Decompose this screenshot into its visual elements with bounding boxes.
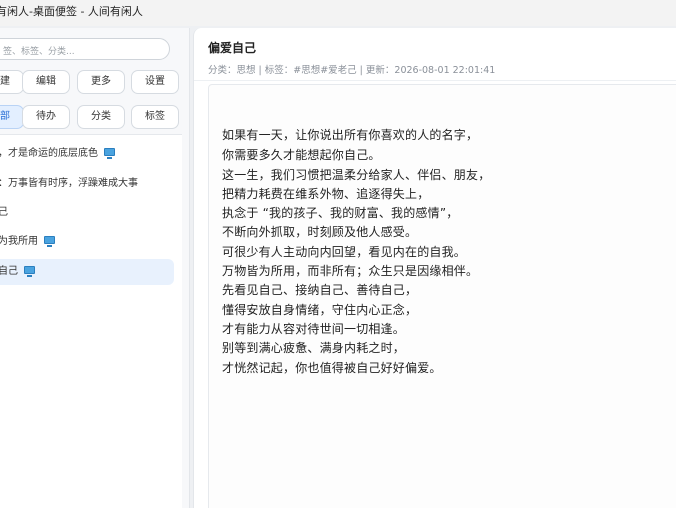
- note-meta: 分类：思想 | 标签：#思想#爱老己 | 更新：2026-08-01 22:01…: [208, 65, 496, 76]
- list-item-selected[interactable]: 爱自己: [0, 259, 174, 285]
- list-item[interactable]: 有，才是命运的底层底色: [0, 141, 174, 167]
- note-heading: 偏爱自己: [208, 41, 257, 55]
- note-title: 爱自己: [0, 266, 18, 277]
- note-line: 把精力耗费在维系外物、追逐得失上，: [222, 187, 430, 201]
- list-item[interactable]: 自己: [0, 200, 174, 226]
- tab-tags[interactable]: 标签: [131, 105, 179, 129]
- monitor-icon: [104, 148, 115, 159]
- edit-button[interactable]: 编辑: [22, 70, 70, 94]
- note-title: 自己: [0, 207, 8, 218]
- tab-category[interactable]: 分类: [77, 105, 125, 129]
- monitor-icon: [44, 236, 55, 247]
- sidebar: 签、标签、分类... 新建 编辑 更多 设置 全部 待办 分类 标签 有，才是命…: [0, 28, 190, 508]
- search-input[interactable]: 签、标签、分类...: [0, 38, 170, 60]
- note-line: 这一生，我们习惯把温柔分给家人、伴侣、朋友，: [222, 168, 491, 182]
- list-item[interactable]: 物为我所用: [0, 229, 174, 255]
- note-line: 如果有一天，让你说出所有你喜欢的人的名字，: [222, 128, 479, 142]
- tab-todo[interactable]: 待办: [22, 105, 70, 129]
- note-line: 可很少有人主动向内回望，看见内在的自我。: [222, 245, 467, 259]
- note-line: 不断向外抓取，时刻顾及他人感受。: [222, 225, 418, 239]
- note-editor[interactable]: 如果有一天，让你说出所有你喜欢的人的名字， 你需要多久才能想起你自己。 这一生，…: [208, 84, 676, 508]
- note-title: 如：万事皆有时序，浮躁难成大事: [0, 178, 138, 189]
- note-list: 有，才是命运的底层底色 如：万事皆有时序，浮躁难成大事 自己 物为我所用 爱自己: [0, 134, 182, 508]
- note-line: 才有能力从容对待世间一切相逢。: [222, 322, 406, 336]
- note-line: 才恍然记起，你也值得被自己好好偏爱。: [222, 361, 442, 375]
- note-line: 你需要多久才能想起你自己。: [222, 148, 381, 162]
- note-line: 万物皆为所用，而非所有；众生只是因缘相伴。: [222, 264, 479, 278]
- toolbar-primary: 新建 编辑 更多 设置: [0, 70, 188, 94]
- note-line: 执念于 “我的孩子、我的财富、我的感情”，: [222, 206, 459, 220]
- note-detail: 偏爱自己 分类：思想 | 标签：#思想#爱老己 | 更新：2026-08-01 …: [193, 28, 676, 508]
- tab-all[interactable]: 全部: [0, 105, 24, 129]
- new-note-button[interactable]: 新建: [0, 70, 24, 94]
- note-line: 别等到满心疲惫、满身内耗之时，: [222, 341, 406, 355]
- settings-button[interactable]: 设置: [131, 70, 179, 94]
- list-item[interactable]: 如：万事皆有时序，浮躁难成大事: [0, 171, 174, 197]
- toolbar-filter: 全部 待办 分类 标签: [0, 105, 188, 129]
- note-title: 物为我所用: [0, 236, 38, 247]
- note-line: 懂得安放自身情绪，守住内心正念，: [222, 303, 418, 317]
- note-line: 先看见自己、接纳自己、善待自己，: [222, 283, 418, 297]
- divider: [194, 80, 676, 81]
- window-title: 有闲人-桌面便签 - 人间有闲人: [0, 5, 143, 18]
- note-title: 有，才是命运的底层底色: [0, 148, 98, 159]
- title-bar: 有闲人-桌面便签 - 人间有闲人: [0, 0, 676, 26]
- monitor-icon: [24, 266, 35, 277]
- more-button[interactable]: 更多: [77, 70, 125, 94]
